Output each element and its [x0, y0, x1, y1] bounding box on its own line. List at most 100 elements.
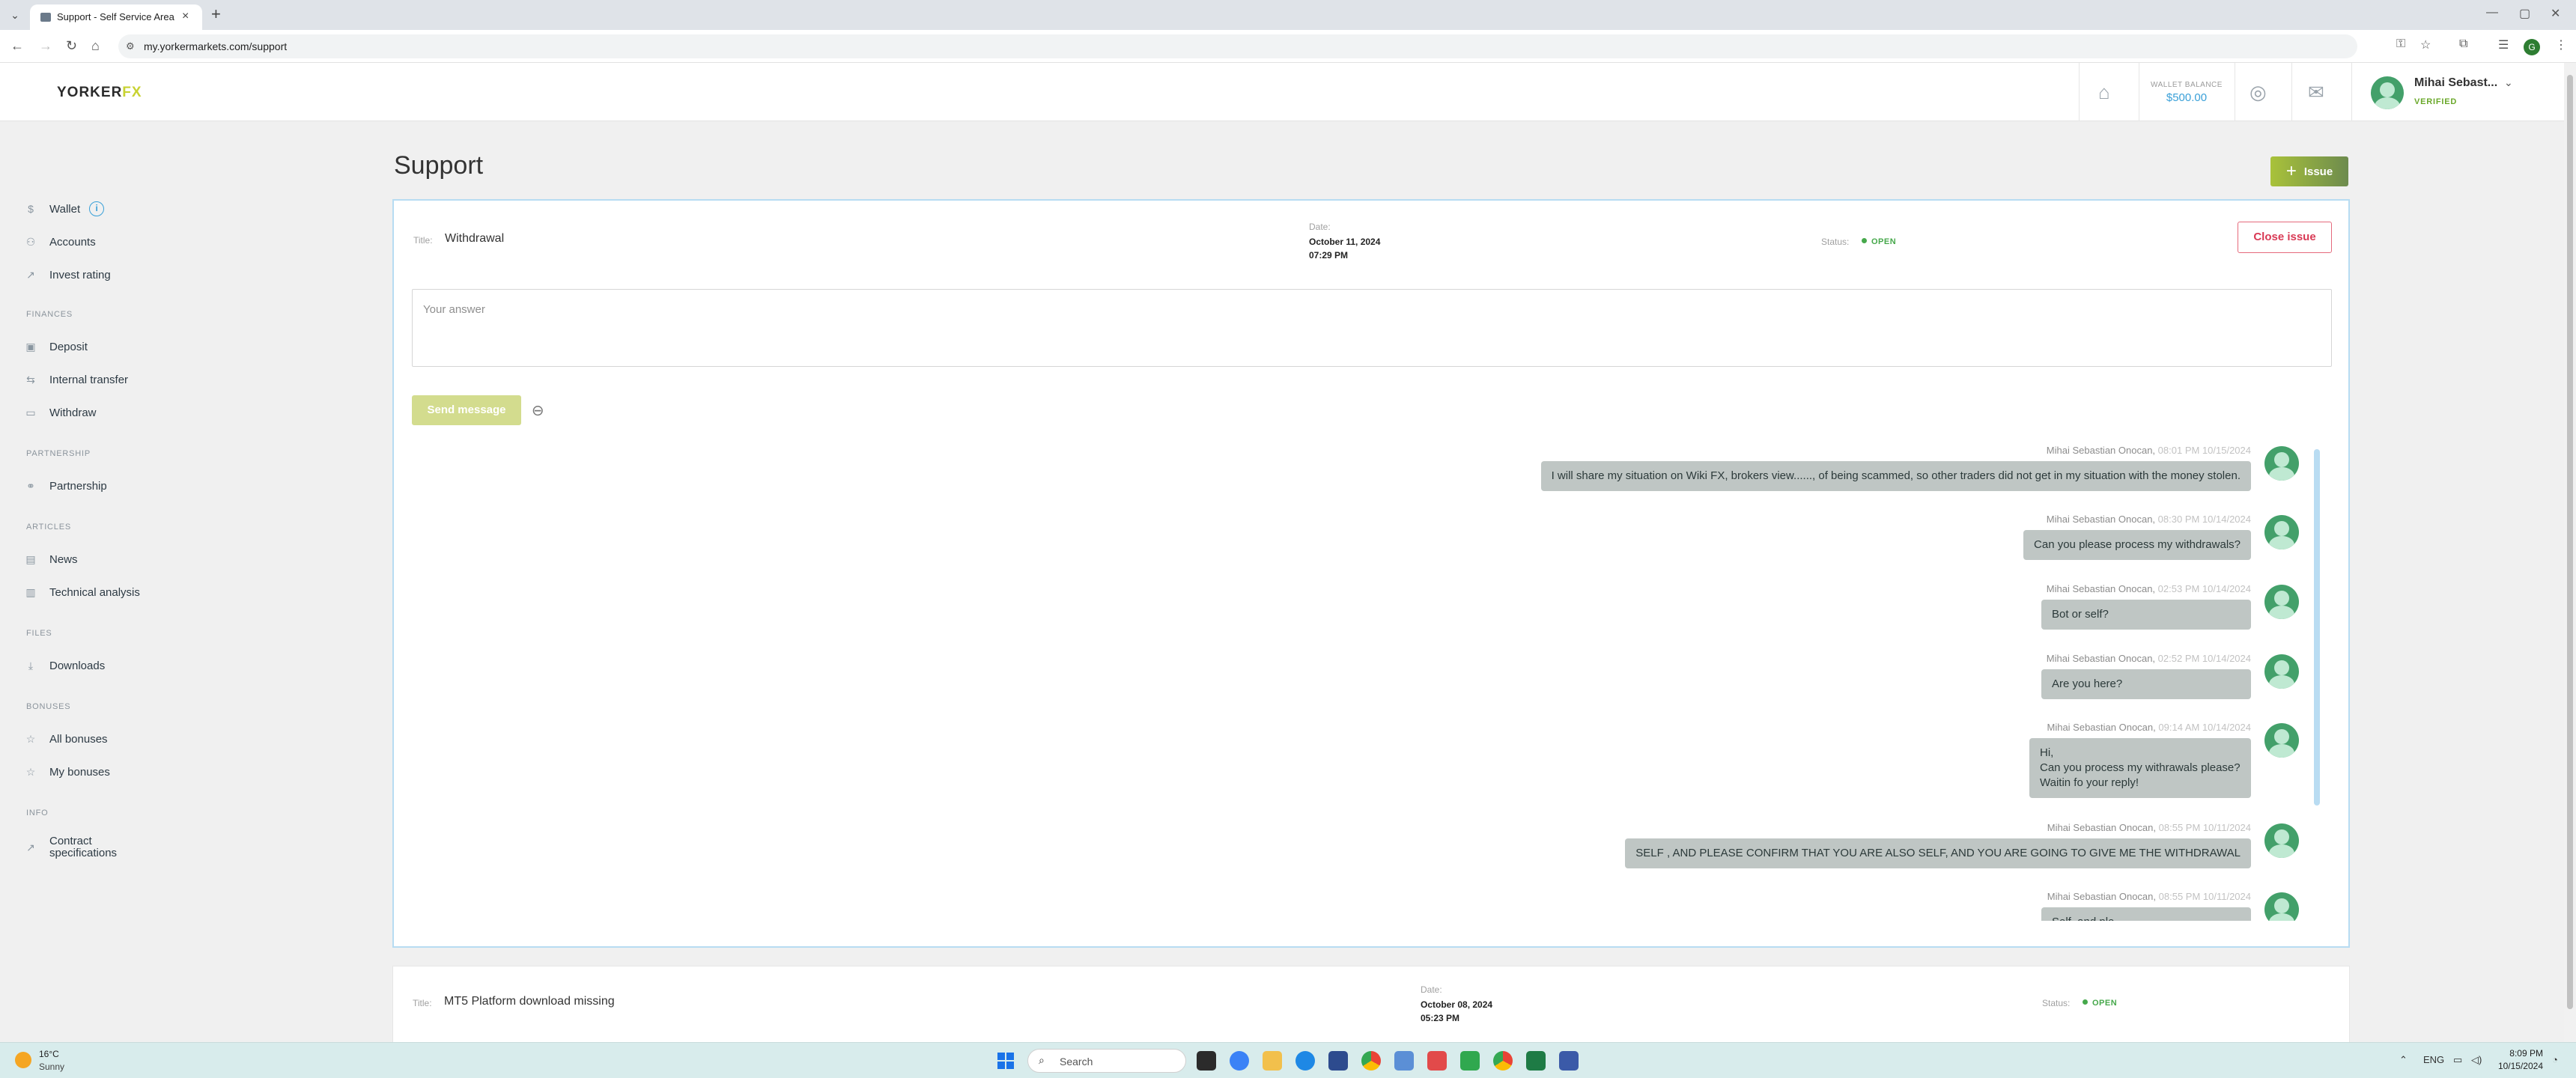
- calculator-icon[interactable]: [1394, 1051, 1414, 1071]
- ticket-card[interactable]: Title: MT5 Platform download missing Dat…: [392, 966, 2350, 1044]
- volume-icon[interactable]: ◁): [2471, 1054, 2482, 1066]
- window-minimize-icon[interactable]: —: [2486, 6, 2498, 19]
- sidebar-item-accounts[interactable]: ⚇ Accounts: [24, 231, 96, 253]
- weather-temp[interactable]: 16°C: [39, 1049, 59, 1059]
- paperclip-attach-icon[interactable]: ⊘: [527, 400, 550, 422]
- close-issue-button[interactable]: Close issue: [2238, 222, 2332, 253]
- taskbar-clock[interactable]: 8:09 PM 10/15/2024: [2491, 1047, 2543, 1073]
- password-key-icon[interactable]: ⚿: [2396, 37, 2405, 51]
- status-badge: OPEN: [1862, 237, 1896, 246]
- forward-arrow-icon[interactable]: →: [39, 38, 52, 54]
- browser-tab-active[interactable]: Support - Self Service Area | Yo ×: [30, 4, 202, 30]
- message-meta: Mihai Sebastian Onocan, 02:53 PM 10/14/2…: [2046, 583, 2251, 594]
- user-name[interactable]: Mihai Sebast...: [2414, 76, 2497, 90]
- sidebar-item-wallet[interactable]: $ Wallet i: [24, 198, 105, 220]
- sidebar-section-articles: ARTICLES: [26, 523, 71, 532]
- page-scrollbar[interactable]: [2564, 63, 2576, 1042]
- task-view-icon[interactable]: [1197, 1051, 1216, 1071]
- sidebar-item-label: Partnership: [49, 479, 107, 493]
- tab-close-icon[interactable]: ×: [182, 10, 189, 23]
- sidebar-item-invest-rating[interactable]: ↗ Invest rating: [24, 264, 111, 286]
- sidebar-item-label: Deposit: [49, 340, 88, 353]
- sidebar-nav: $ Wallet i ⚇ Accounts ↗ Invest rating FINANC…: [0, 121, 359, 1042]
- home-icon[interactable]: ⌂: [2098, 81, 2110, 104]
- chrome-icon[interactable]: [1361, 1051, 1381, 1071]
- reload-icon[interactable]: ↻: [66, 38, 77, 54]
- edge-browser-icon[interactable]: [1295, 1051, 1315, 1071]
- sidebar-item-label: Contract: [49, 835, 92, 847]
- sidebar-item-downloads[interactable]: ⤓ Downloads: [24, 654, 105, 677]
- sidebar-item-label: Technical analysis: [49, 585, 140, 599]
- new-tab-plus-icon[interactable]: +: [211, 4, 221, 24]
- window-close-icon[interactable]: ✕: [2551, 6, 2560, 21]
- user-avatar[interactable]: [2371, 76, 2404, 109]
- sidebar-item-label: My bonuses: [49, 765, 110, 779]
- taskbar-search[interactable]: ⌕ Search: [1027, 1049, 1186, 1073]
- back-arrow-icon[interactable]: ←: [10, 38, 24, 54]
- logo-accent: FX: [122, 85, 142, 100]
- page-scrollbar-thumb[interactable]: [2567, 75, 2573, 1009]
- extensions-puzzle-icon[interactable]: ⧉: [2459, 37, 2467, 51]
- sidebar-item-technical-analysis[interactable]: ▥ Technical analysis: [24, 581, 140, 603]
- status-badge: OPEN: [2083, 999, 2117, 1008]
- yorkerfx-logo[interactable]: YORKERFX: [57, 85, 142, 101]
- sidebar-item-withdraw[interactable]: ▭ Withdraw: [24, 401, 96, 424]
- window-maximize-icon[interactable]: ▢: [2519, 6, 2530, 21]
- google-drive-icon[interactable]: [1460, 1051, 1480, 1071]
- wallet-balance-value[interactable]: $500.00: [2149, 91, 2224, 104]
- metatrader-icon[interactable]: [1559, 1051, 1579, 1071]
- copilot-icon[interactable]: [1230, 1051, 1249, 1071]
- chevron-up-icon[interactable]: ⌃: [2399, 1054, 2408, 1066]
- answer-textarea[interactable]: [413, 290, 2331, 366]
- sidebar-item-label: specifications: [49, 847, 118, 859]
- site-favicon-icon: [40, 13, 51, 22]
- sidebar-item-internal-transfer[interactable]: ⇆ Internal transfer: [24, 368, 128, 391]
- messages-scrollbar[interactable]: [2314, 449, 2320, 806]
- browser-profile-avatar[interactable]: G: [2524, 39, 2540, 55]
- sun-weather-icon[interactable]: [15, 1052, 31, 1068]
- sidebar-item-label: Accounts: [49, 235, 96, 249]
- message-bubble: SELF , AND PLEASE CONFIRM THAT YOU ARE A…: [1625, 838, 2251, 868]
- message-bubble: Are you here?: [2041, 669, 2251, 699]
- chrome-profile-icon[interactable]: [1493, 1051, 1513, 1071]
- sidebar-item-all-bonuses[interactable]: ☆ All bonuses: [24, 728, 108, 750]
- store-icon[interactable]: [1328, 1051, 1348, 1071]
- sidebar-item-my-bonuses[interactable]: ☆ My bonuses: [24, 761, 110, 783]
- url-omnibox[interactable]: ⚙ my.yorkermarkets.com/support: [118, 34, 2357, 58]
- reading-list-icon[interactable]: ☰: [2498, 37, 2509, 52]
- url-text[interactable]: my.yorkermarkets.com/support: [144, 40, 287, 52]
- info-icon[interactable]: i: [89, 201, 105, 216]
- message-bubble: I will share my situation on Wiki FX, br…: [1540, 461, 2251, 491]
- file-explorer-icon[interactable]: [1263, 1051, 1282, 1071]
- pdf-reader-icon[interactable]: [1427, 1051, 1447, 1071]
- notification-bell-icon[interactable]: ◔: [2552, 1054, 2558, 1065]
- weather-desc[interactable]: Sunny: [39, 1062, 64, 1072]
- language-indicator[interactable]: ENG: [2423, 1054, 2444, 1065]
- sidebar-item-contract-specifications[interactable]: ↗ Contract specifications: [24, 832, 117, 862]
- home-icon[interactable]: ⌂: [91, 38, 100, 54]
- sidebar-item-news[interactable]: ▤ News: [24, 548, 77, 570]
- handshake-icon: ⚭: [26, 479, 35, 492]
- browser-menu-icon[interactable]: ⋮: [2555, 37, 2567, 52]
- avatar: [2264, 823, 2299, 858]
- tab-list-chevron-icon[interactable]: ⌄: [7, 7, 22, 22]
- messages-list[interactable]: Mihai Sebastian Onocan, 08:01 PM 10/15/2…: [412, 445, 2336, 921]
- excel-icon[interactable]: [1526, 1051, 1546, 1071]
- windows-taskbar: 16°C Sunny ⌕ Search ⌃ ENG ▭ ◁) 8:09 PM 10…: [0, 1042, 2576, 1078]
- bookmark-star-icon[interactable]: ☆: [2420, 37, 2431, 52]
- logo-main: YORKER: [57, 85, 123, 100]
- sidebar-item-deposit[interactable]: ▣ Deposit: [24, 335, 88, 358]
- withdraw-card-icon: ▭: [25, 406, 36, 418]
- newspaper-icon: ▤: [25, 552, 36, 565]
- site-info-icon[interactable]: ⚙: [126, 40, 135, 52]
- windows-start-icon[interactable]: [997, 1053, 1014, 1069]
- mail-envelope-icon[interactable]: ✉: [2308, 81, 2324, 104]
- chevron-down-icon[interactable]: ⌄: [2504, 76, 2513, 89]
- new-issue-button[interactable]: + Issue: [2270, 156, 2348, 186]
- dollar-icon: $: [28, 203, 34, 215]
- support-lifebuoy-icon[interactable]: ◎: [2250, 81, 2267, 104]
- network-icon[interactable]: ▭: [2453, 1054, 2462, 1066]
- answer-textarea-wrap[interactable]: [412, 289, 2332, 367]
- send-message-button[interactable]: Send message: [412, 395, 521, 425]
- sidebar-item-partnership[interactable]: ⚭ Partnership: [24, 475, 107, 497]
